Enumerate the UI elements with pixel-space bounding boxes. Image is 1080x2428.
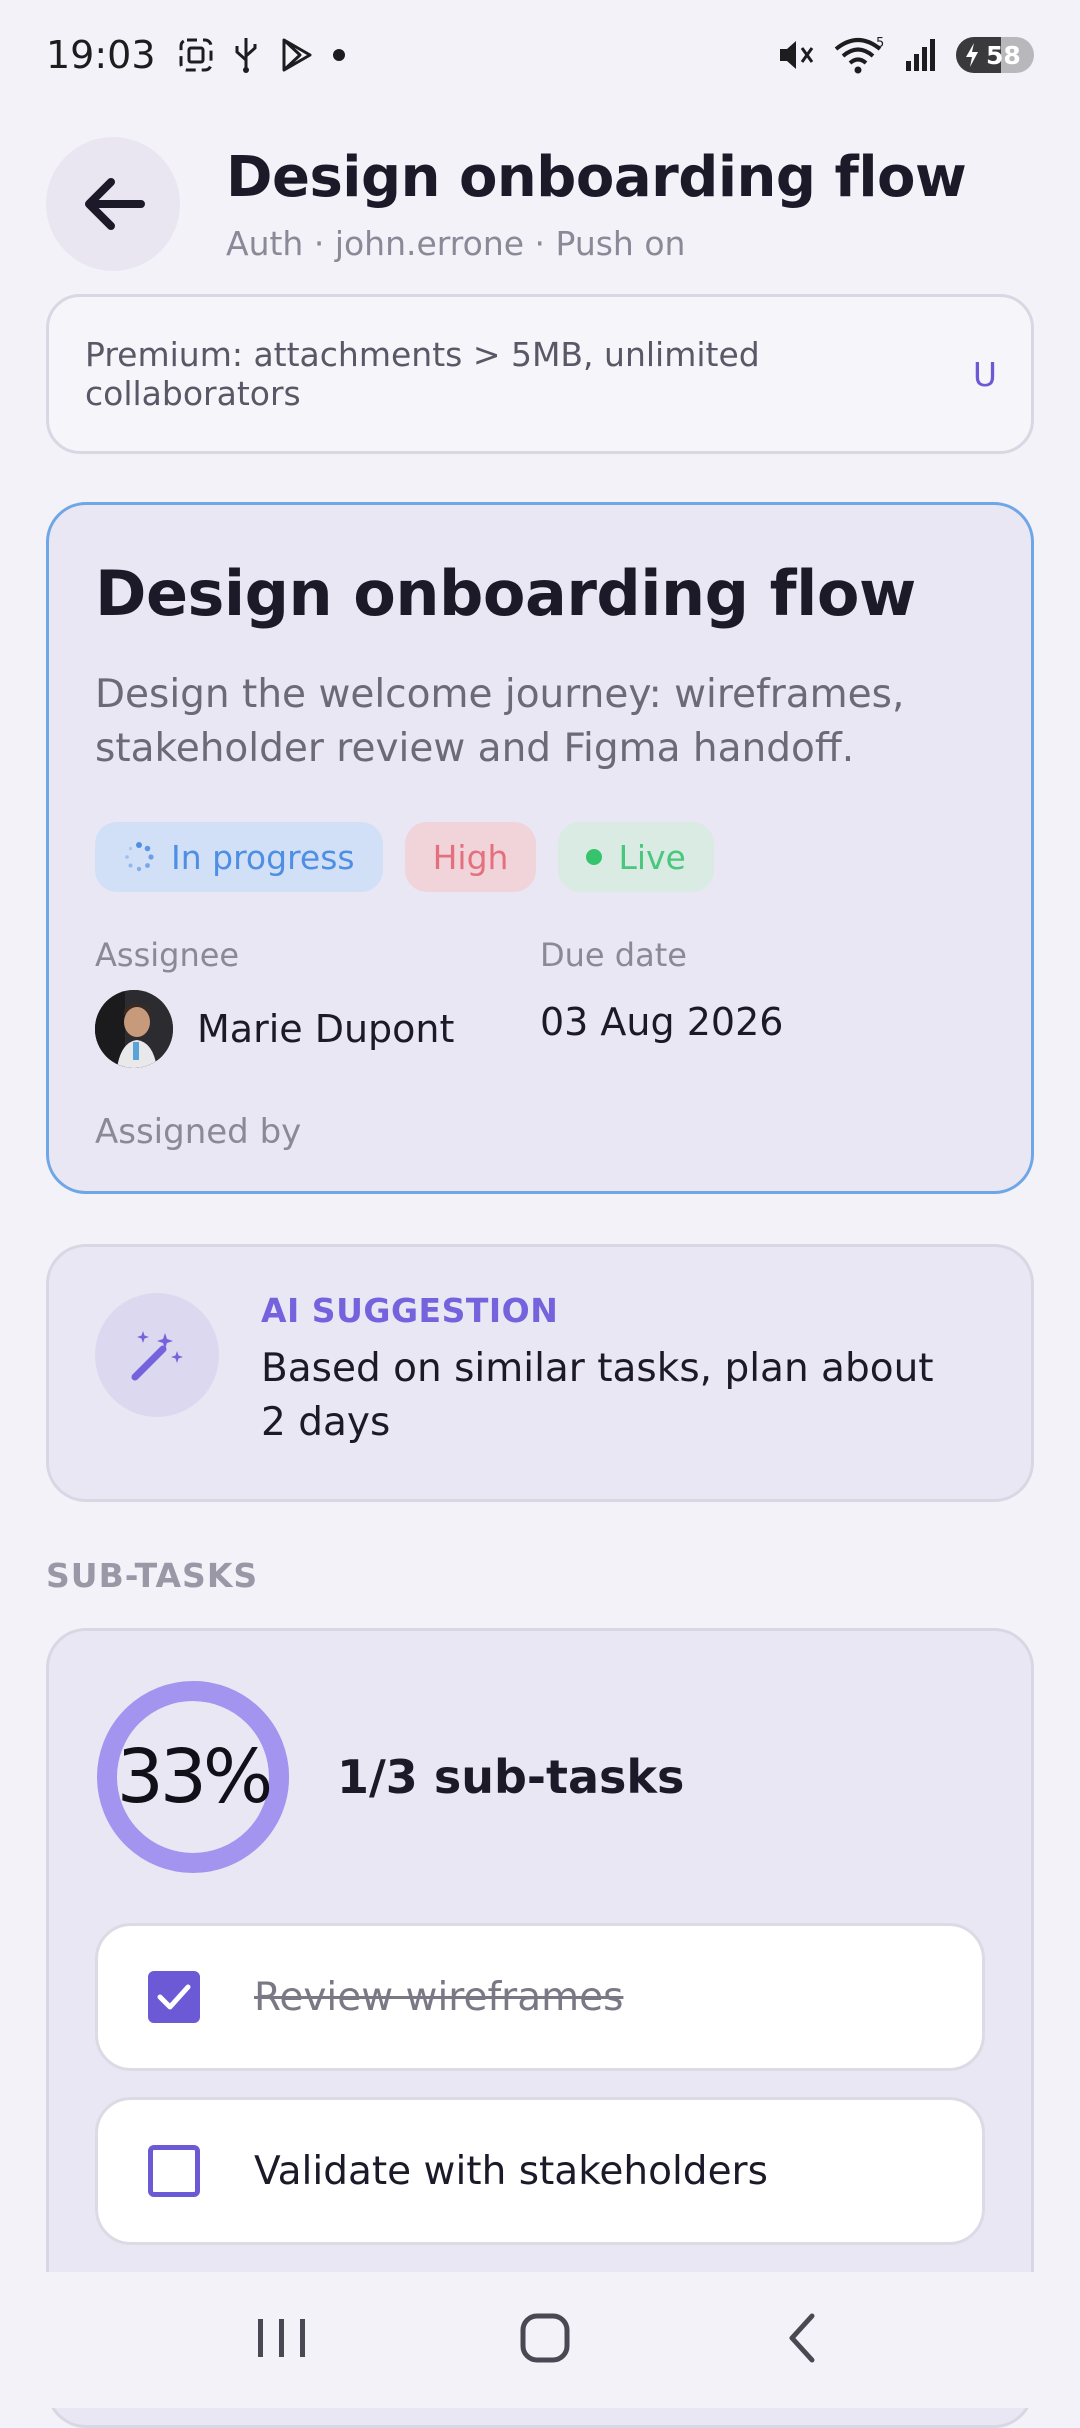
checkbox-checked[interactable]: [148, 1971, 200, 2023]
back-button[interactable]: [46, 137, 180, 271]
avatar: [95, 990, 173, 1068]
due-date-block: Due date 03 Aug 2026: [540, 936, 985, 1068]
task-meta: Assignee Marie Dupont Due date 03 Aug 20…: [95, 936, 985, 1068]
subtask-label: Validate with stakeholders: [254, 2148, 768, 2194]
priority-badge[interactable]: High: [404, 822, 537, 892]
charging-bolt-icon: [966, 43, 978, 67]
svg-text:5: 5: [876, 36, 884, 51]
assignee-block: Assignee Marie Dupont: [95, 936, 540, 1068]
status-badge-label: In progress: [171, 837, 355, 877]
nav-recents-button[interactable]: [252, 2313, 312, 2367]
status-notification-icons: [178, 36, 346, 74]
system-nav-bar: [0, 2272, 1080, 2408]
checkmark-icon: [157, 1984, 191, 2010]
status-bar-left: 19:03: [46, 33, 346, 77]
play-store-icon: [282, 38, 312, 72]
battery-indicator: 58: [956, 37, 1034, 73]
task-title: Design onboarding flow: [95, 557, 916, 630]
app-header: Design onboarding flow Auth · john.erron…: [46, 134, 1036, 274]
subtasks-summary: 1/3 sub-tasks: [337, 1750, 685, 1804]
live-badge[interactable]: Live: [558, 822, 714, 892]
screenshot-icon: [179, 38, 213, 72]
priority-badge-label: High: [432, 837, 509, 877]
recents-icon: [257, 2319, 305, 2357]
status-bar: 19:03 5 58: [0, 0, 1080, 110]
chevron-back-icon: [789, 2313, 815, 2363]
status-bar-right: 5 58: [776, 35, 1034, 75]
loading-spinner-icon: [125, 842, 154, 872]
assignee-name: Marie Dupont: [197, 1007, 455, 1051]
live-dot-icon: [586, 849, 603, 865]
assignee-label: Assignee: [95, 936, 240, 974]
checkbox-unchecked[interactable]: [148, 2145, 200, 2197]
premium-banner: Premium: attachments > 5MB, unlimited co…: [46, 294, 1034, 454]
subtasks-section-label: SUB-TASKS: [46, 1556, 259, 1595]
status-badge[interactable]: In progress: [95, 822, 383, 892]
nav-back-button[interactable]: [778, 2308, 828, 2372]
list-item[interactable]: Validate with stakeholders: [95, 2097, 985, 2245]
ai-suggestion-card[interactable]: AI SUGGESTION Based on similar tasks, pl…: [46, 1244, 1034, 1502]
premium-upgrade-link[interactable]: U: [973, 355, 997, 394]
ai-suggestion-text: AI SUGGESTION Based on similar tasks, pl…: [261, 1291, 961, 1450]
task-detail-card[interactable]: Design onboarding flow Design the welcom…: [46, 502, 1034, 1194]
due-date-label: Due date: [540, 936, 687, 974]
progress-ring: 33%: [95, 1679, 291, 1875]
ai-suggestion-label: AI SUGGESTION: [261, 1291, 559, 1330]
usb-icon: [235, 38, 257, 73]
home-icon: [520, 2313, 570, 2363]
magic-wand-sparkles-icon: [131, 1331, 183, 1381]
subtask-label: Review wireframes: [254, 1974, 624, 2020]
header-text: Design onboarding flow Auth · john.erron…: [226, 145, 967, 263]
signal-icon: [906, 39, 935, 71]
subtasks-progress: 33% 1/3 sub-tasks: [95, 1679, 985, 1875]
due-date-value[interactable]: 03 Aug 2026: [540, 1000, 985, 1044]
ai-icon-container: [95, 1293, 219, 1417]
wifi-icon: 5: [834, 36, 884, 74]
progress-percent: 33%: [116, 1734, 273, 1820]
assigned-by-label: Assigned by: [95, 1112, 302, 1152]
page-subtitle: Auth · john.errone · Push on: [226, 224, 686, 263]
page-title: Design onboarding flow: [226, 145, 967, 210]
nav-home-button[interactable]: [515, 2308, 575, 2372]
status-time: 19:03: [46, 33, 156, 77]
assignee-row[interactable]: Marie Dupont: [95, 990, 540, 1068]
list-item[interactable]: Review wireframes: [95, 1923, 985, 2071]
dot-icon: [332, 49, 345, 61]
ai-suggestion-body: Based on similar tasks, plan about 2 day…: [261, 1346, 934, 1445]
task-chips: In progress High Live: [95, 822, 985, 892]
battery-percent: 58: [986, 40, 1021, 70]
arrow-left-icon: [85, 178, 145, 230]
live-badge-label: Live: [618, 837, 686, 877]
premium-banner-text: Premium: attachments > 5MB, unlimited co…: [85, 335, 760, 413]
task-description: Design the welcome journey: wireframes, …: [95, 672, 905, 771]
mute-icon: [780, 41, 814, 69]
